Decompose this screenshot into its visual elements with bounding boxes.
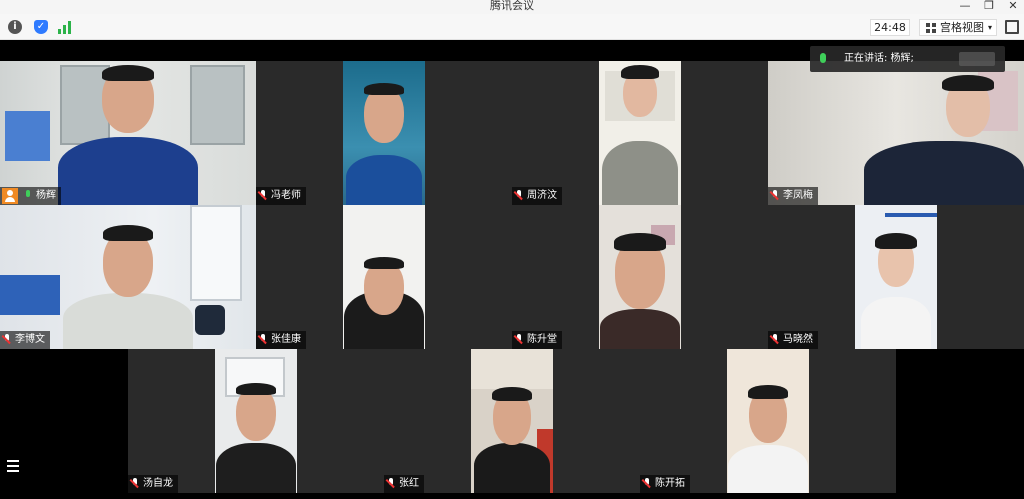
participant-label: 杨辉	[0, 187, 61, 205]
video-grid: 杨辉 冯老师 周济汶 李凤梅 李博文 张佳康 陈升堂 马晓然 汤自龙 张红 陈开…	[0, 40, 1024, 499]
participant-name: 冯老师	[271, 190, 301, 201]
mic-muted-icon[interactable]	[770, 190, 780, 202]
grid-icon	[926, 23, 936, 33]
mic-muted-icon[interactable]	[770, 334, 780, 346]
mic-muted-icon[interactable]	[642, 478, 652, 490]
video-tile-maxiaoran[interactable]: 马晓然	[768, 205, 1024, 349]
fullscreen-icon[interactable]	[1005, 20, 1019, 34]
title-bar: 腾讯会议 — ❐ ✕	[0, 0, 1024, 14]
view-mode-button[interactable]: 宫格视图 ▾	[919, 19, 997, 36]
participant-label: 李博文	[0, 331, 50, 349]
video-tile-libowen[interactable]: 李博文	[0, 205, 256, 349]
participant-label: 陈升堂	[512, 331, 562, 349]
speaker-avatar	[959, 52, 995, 66]
speaking-indicator: 正在讲话: 杨辉;	[810, 46, 1005, 72]
mic-muted-icon[interactable]	[514, 334, 524, 346]
mic-on-icon	[820, 53, 826, 63]
info-icon[interactable]: i	[8, 20, 22, 34]
restore-button[interactable]: ❐	[978, 0, 1000, 14]
minimize-button[interactable]: —	[954, 0, 976, 14]
video-tile-zhangjiakang[interactable]: 张佳康	[256, 205, 512, 349]
participant-label: 冯老师	[256, 187, 306, 205]
mic-muted-icon[interactable]	[2, 334, 12, 346]
participant-name: 杨辉	[36, 190, 56, 201]
video-tile-yanghui[interactable]: 杨辉	[0, 61, 256, 205]
participant-label: 张红	[384, 475, 424, 493]
participant-name: 陈开拓	[655, 478, 685, 489]
chevron-down-icon: ▾	[987, 23, 992, 32]
video-tile-zhoujiwen[interactable]: 周济汶	[512, 61, 768, 205]
window-title: 腾讯会议	[490, 0, 534, 12]
participant-label: 李凤梅	[768, 187, 818, 205]
video-tile-fenglaoshi[interactable]: 冯老师	[256, 61, 512, 205]
participant-name: 马晓然	[783, 334, 813, 345]
view-mode-label: 宫格视图	[940, 21, 984, 34]
video-tile-tangzilong[interactable]: 汤自龙	[128, 349, 384, 493]
participant-label: 张佳康	[256, 331, 306, 349]
video-tile-zhanghong[interactable]: 张红	[384, 349, 640, 493]
host-icon	[2, 188, 18, 204]
signal-icon[interactable]	[58, 20, 72, 34]
participant-name: 汤自龙	[143, 478, 173, 489]
participant-name: 周济汶	[527, 190, 557, 201]
video-tile-lifengmei[interactable]: 李凤梅	[768, 61, 1024, 205]
video-tile-chenkaituo[interactable]: 陈开拓	[640, 349, 896, 493]
participant-label: 汤自龙	[128, 475, 178, 493]
participant-label: 马晓然	[768, 331, 818, 349]
shield-icon[interactable]: ✓	[34, 20, 48, 34]
participant-name: 陈升堂	[527, 334, 557, 345]
meeting-timer: 24:48	[870, 19, 910, 36]
video-tile-chenshengtang[interactable]: 陈升堂	[512, 205, 768, 349]
participant-name: 张红	[399, 478, 419, 489]
mic-muted-icon[interactable]	[130, 478, 140, 490]
menu-icon[interactable]	[7, 460, 19, 472]
toolbar: i ✓ 24:48 宫格视图 ▾	[0, 14, 1024, 40]
participant-label: 陈开拓	[640, 475, 690, 493]
close-button[interactable]: ✕	[1002, 0, 1024, 14]
mic-on-icon[interactable]	[23, 190, 33, 202]
participant-name: 张佳康	[271, 334, 301, 345]
mic-muted-icon[interactable]	[386, 478, 396, 490]
speaking-text: 正在讲话: 杨辉;	[844, 53, 914, 64]
participant-name: 李凤梅	[783, 190, 813, 201]
mic-muted-icon[interactable]	[258, 190, 268, 202]
mic-muted-icon[interactable]	[514, 190, 524, 202]
participant-name: 李博文	[15, 334, 45, 345]
participant-label: 周济汶	[512, 187, 562, 205]
mic-muted-icon[interactable]	[258, 334, 268, 346]
